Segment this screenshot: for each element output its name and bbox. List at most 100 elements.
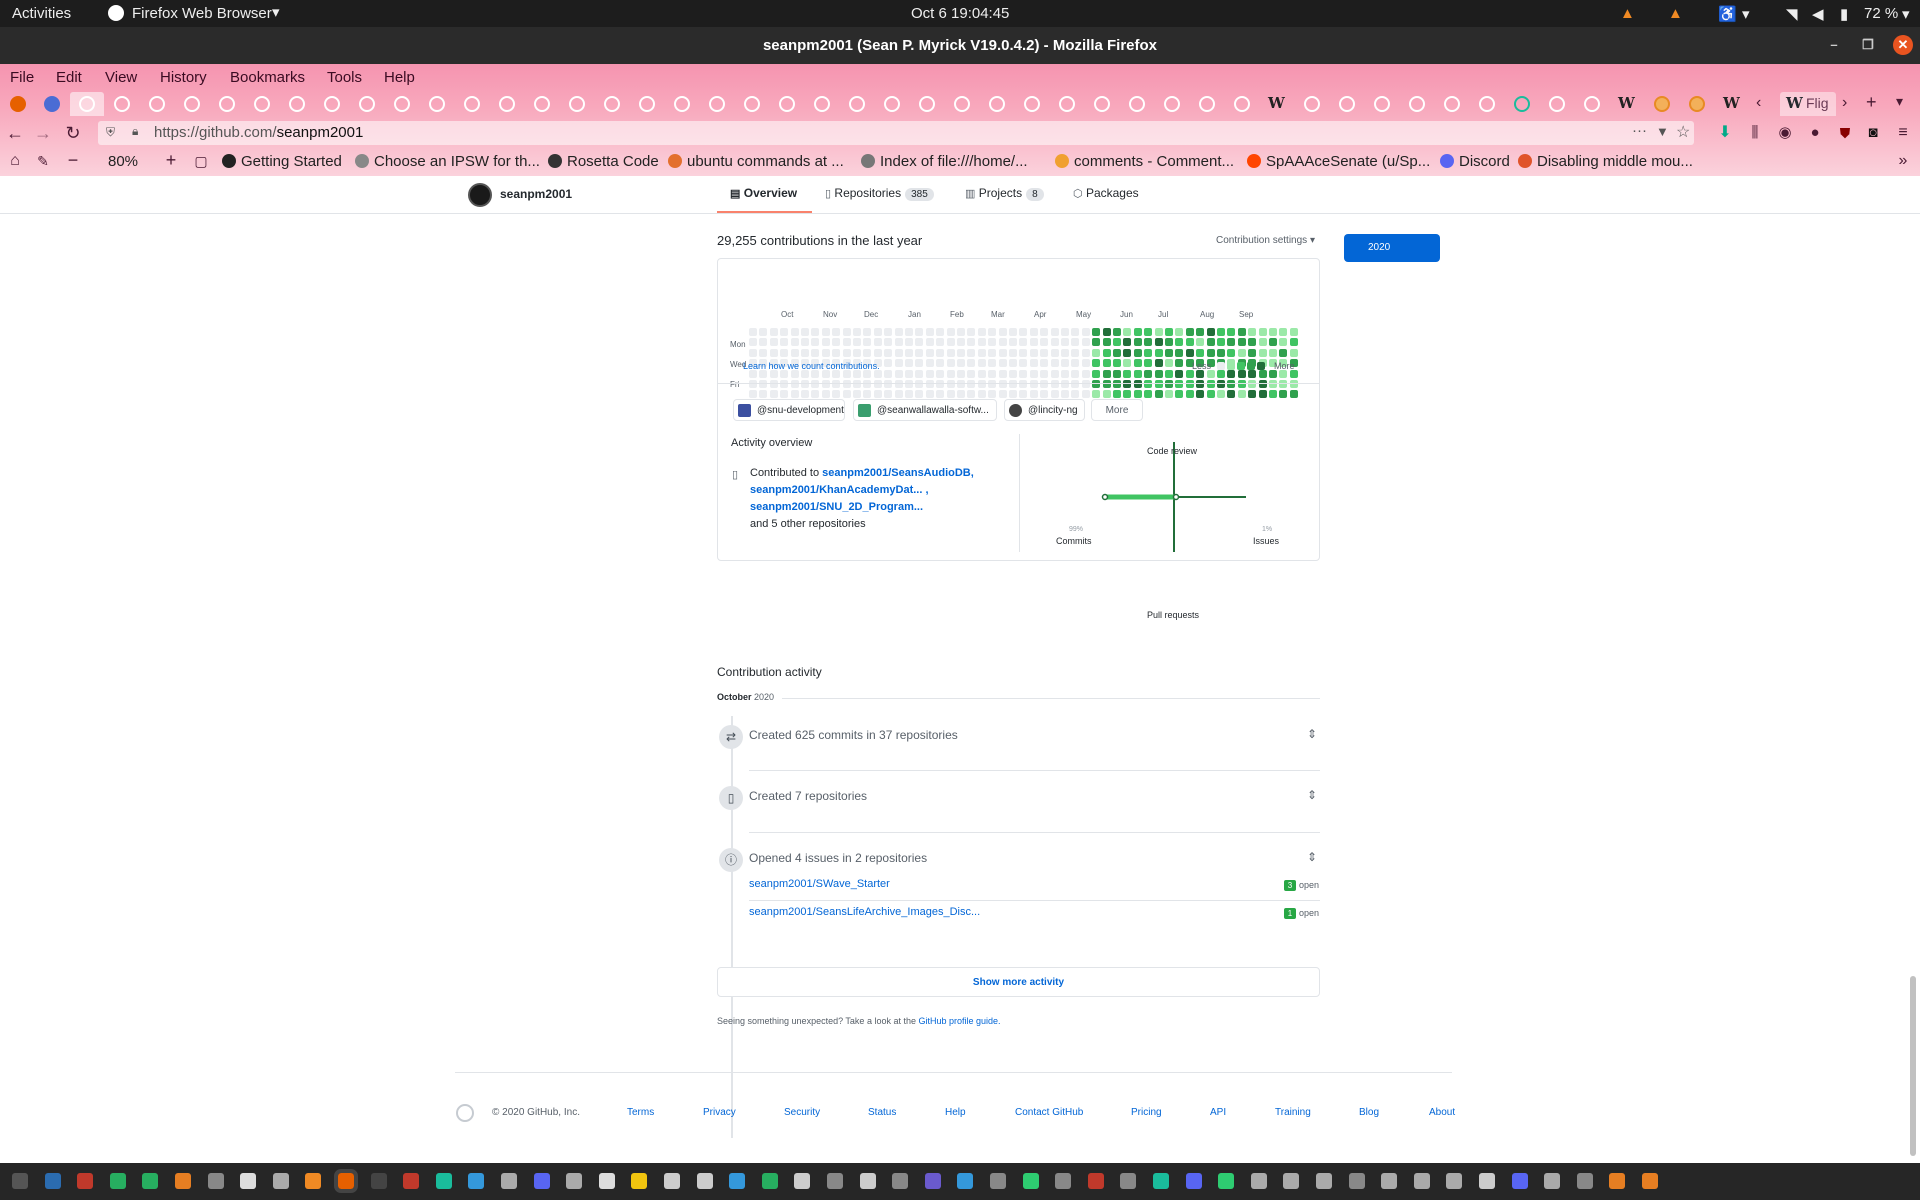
contribution-day-cell[interactable] [1196, 390, 1205, 399]
contribution-day-cell[interactable] [749, 328, 757, 336]
contribution-day-cell[interactable] [1019, 359, 1028, 368]
contribution-day-cell[interactable] [801, 380, 809, 388]
contribution-day-cell[interactable] [925, 328, 934, 336]
contribution-day-cell[interactable] [1050, 338, 1059, 347]
contribution-day-cell[interactable] [853, 328, 861, 336]
contribution-day-cell[interactable] [1061, 380, 1069, 388]
contribution-day-cell[interactable] [1040, 338, 1049, 347]
browser-tab[interactable] [1400, 92, 1434, 116]
taskbar-app-icon[interactable] [990, 1173, 1006, 1189]
contribution-day-cell[interactable] [1154, 359, 1163, 368]
contribution-day-cell[interactable] [925, 380, 934, 388]
contribution-day-cell[interactable] [1123, 390, 1132, 399]
footer-link-privacy[interactable]: Privacy [703, 1107, 736, 1118]
browser-tab[interactable] [1190, 92, 1224, 116]
browser-tab[interactable] [910, 92, 944, 116]
contribution-day-cell[interactable] [1071, 359, 1080, 368]
contribution-day-cell[interactable] [1196, 338, 1205, 347]
footer-link-help[interactable]: Help [945, 1107, 966, 1118]
contribution-day-cell[interactable] [1081, 359, 1090, 368]
contribution-day-cell[interactable] [842, 348, 851, 357]
contribution-day-cell[interactable] [967, 380, 976, 388]
contribution-day-cell[interactable] [1227, 380, 1236, 388]
contribution-day-cell[interactable] [1071, 369, 1080, 378]
contribution-day-cell[interactable] [1227, 328, 1236, 336]
contribution-day-cell[interactable] [905, 359, 913, 368]
contribution-day-cell[interactable] [1029, 348, 1038, 357]
contribution-day-cell[interactable] [977, 328, 986, 336]
contribution-day-cell[interactable] [988, 359, 997, 368]
browser-tab[interactable] [1505, 92, 1539, 116]
page-actions-icon[interactable]: ··· [1632, 122, 1647, 139]
profile-username[interactable]: seanpm2001 [500, 187, 572, 201]
browser-tab[interactable] [420, 92, 454, 116]
contribution-day-cell[interactable] [1009, 338, 1017, 347]
contribution-day-cell[interactable] [915, 338, 924, 347]
contribution-day-cell[interactable] [1175, 390, 1184, 399]
contribution-day-cell[interactable] [1081, 369, 1090, 378]
contribution-day-cell[interactable] [853, 348, 861, 357]
contribution-day-cell[interactable] [1196, 380, 1205, 388]
contribution-day-cell[interactable] [988, 328, 997, 336]
contribution-day-cell[interactable] [1029, 380, 1038, 388]
org-button-snu-development[interactable]: @snu-development [733, 399, 845, 421]
contribution-day-cell[interactable] [967, 390, 976, 399]
bookmark-item[interactable]: Disabling middle mou... [1518, 153, 1693, 170]
contribution-day-cell[interactable] [1185, 338, 1194, 347]
contribution-day-cell[interactable] [1154, 369, 1163, 378]
contribution-day-cell[interactable] [821, 348, 830, 357]
taskbar-app-icon[interactable] [761, 1173, 778, 1189]
contribution-day-cell[interactable] [894, 390, 903, 399]
repo-link[interactable]: seanpm2001/SeansAudioDB, [822, 467, 974, 479]
contribution-day-cell[interactable] [946, 328, 955, 336]
contribution-day-cell[interactable] [884, 348, 893, 357]
taskbar-app-icon[interactable] [1381, 1173, 1398, 1189]
contribution-day-cell[interactable] [1113, 348, 1121, 357]
browser-tab[interactable] [560, 92, 594, 116]
contribution-day-cell[interactable] [1165, 369, 1173, 378]
contribution-day-cell[interactable] [769, 348, 778, 357]
contribution-day-cell[interactable] [998, 369, 1007, 378]
contribution-day-cell[interactable] [1102, 359, 1111, 368]
contribution-day-cell[interactable] [957, 348, 965, 357]
contribution-day-cell[interactable] [780, 380, 789, 388]
volume-icon[interactable]: ◀ [1812, 5, 1824, 23]
contribution-day-cell[interactable] [1040, 328, 1049, 336]
more-orgs-button[interactable]: More [1091, 399, 1143, 421]
browser-tab[interactable] [700, 92, 734, 116]
contribution-day-cell[interactable] [1206, 380, 1215, 388]
contribution-day-cell[interactable] [769, 328, 778, 336]
contribution-day-cell[interactable] [957, 380, 965, 388]
clock[interactable]: Oct 6 19:04:45 [911, 5, 1009, 22]
screenshot-icon[interactable]: ▢ [190, 150, 212, 172]
reload-icon[interactable]: ↻ [62, 122, 84, 144]
maximize-button[interactable]: ❐ [1858, 35, 1878, 55]
contribution-day-cell[interactable] [832, 390, 841, 399]
contribution-day-cell[interactable] [1092, 390, 1101, 399]
browser-tab[interactable] [1225, 92, 1259, 116]
footer-link-contact[interactable]: Contact GitHub [1015, 1107, 1083, 1118]
contribution-day-cell[interactable] [873, 328, 882, 336]
contribution-day-cell[interactable] [915, 380, 924, 388]
expand-icon[interactable]: ⇕ [1307, 727, 1317, 741]
contribution-day-cell[interactable] [1248, 348, 1257, 357]
chevron-down-icon[interactable]: ▾ [1902, 5, 1910, 23]
bookmark-item[interactable]: Choose an IPSW for th... [355, 153, 540, 170]
zoom-level[interactable]: 80% [108, 153, 138, 170]
contribution-day-cell[interactable] [1071, 380, 1080, 388]
pocket-icon[interactable]: ▼ [1656, 124, 1669, 139]
browser-tab[interactable] [1470, 92, 1504, 116]
contribution-day-cell[interactable] [1217, 380, 1225, 388]
contribution-day-cell[interactable] [946, 338, 955, 347]
contribution-day-cell[interactable] [811, 380, 820, 388]
issue-repo-link[interactable]: seanpm2001/SWave_Starter [749, 878, 890, 890]
contribution-day-cell[interactable] [853, 390, 861, 399]
contribution-day-cell[interactable] [863, 348, 872, 357]
url-text[interactable]: https://github.com/seanpm2001 [154, 124, 363, 141]
footer-link-terms[interactable]: Terms [627, 1107, 654, 1118]
browser-tab[interactable] [1155, 92, 1189, 116]
contribution-day-cell[interactable] [1165, 390, 1173, 399]
contribution-day-cell[interactable] [759, 380, 768, 388]
new-tab-icon[interactable]: + [1866, 92, 1877, 113]
tab-repositories[interactable]: ▯ Repositories 385 [825, 186, 934, 201]
